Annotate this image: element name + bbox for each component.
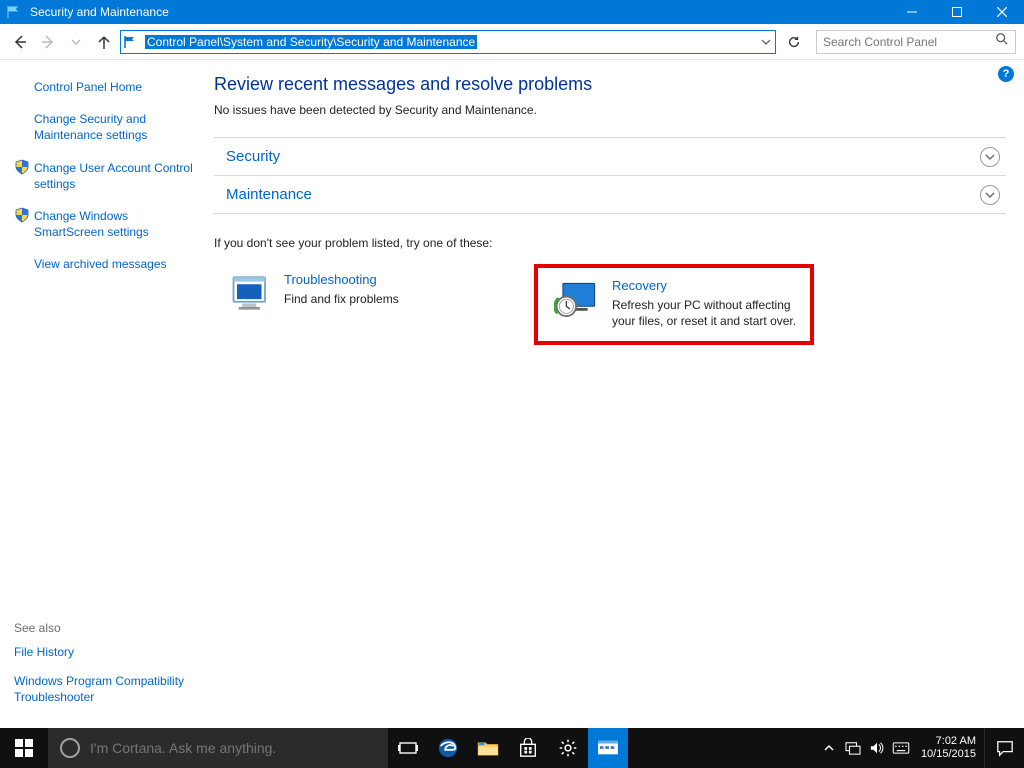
- taskbar-settings[interactable]: [548, 728, 588, 768]
- window-title: Security and Maintenance: [30, 5, 889, 19]
- tray-keyboard-icon[interactable]: [889, 728, 913, 768]
- sidebar: Control Panel Home Change Security and M…: [0, 60, 210, 728]
- taskbar-edge[interactable]: [428, 728, 468, 768]
- address-bar[interactable]: Control Panel\System and Security\Securi…: [120, 30, 776, 54]
- start-button[interactable]: [0, 728, 48, 768]
- search-icon: [995, 32, 1009, 51]
- recovery-icon: [554, 278, 600, 324]
- option-recovery[interactable]: Recovery Refresh your PC without affecti…: [534, 264, 814, 345]
- taskbar: 7:02 AM 10/15/2015: [0, 728, 1024, 768]
- section-security[interactable]: Security: [214, 138, 1006, 176]
- option-title[interactable]: Troubleshooting: [284, 272, 377, 287]
- task-view-button[interactable]: [388, 728, 428, 768]
- page-heading: Review recent messages and resolve probl…: [214, 74, 1006, 95]
- see-also-file-history[interactable]: File History: [14, 641, 200, 663]
- forward-button[interactable]: [36, 30, 60, 54]
- cortana-icon: [60, 738, 80, 758]
- up-button[interactable]: [92, 30, 116, 54]
- sidebar-item-change-uac[interactable]: Change User Account Control settings: [14, 157, 200, 195]
- window-title-bar: Security and Maintenance: [0, 0, 1024, 24]
- see-also-section: See also File History Windows Program Co…: [14, 621, 200, 718]
- sidebar-item-change-security-settings[interactable]: Change Security and Maintenance settings: [14, 108, 200, 146]
- option-troubleshooting[interactable]: Troubleshooting Find and fix problems: [214, 264, 504, 322]
- tray-clock[interactable]: 7:02 AM 10/15/2015: [913, 735, 984, 761]
- sidebar-item-change-smartscreen[interactable]: Change Windows SmartScreen settings: [14, 205, 200, 243]
- sidebar-item-archived-messages[interactable]: View archived messages: [14, 253, 200, 275]
- chevron-down-icon: [980, 147, 1000, 167]
- tray-network-icon[interactable]: [841, 728, 865, 768]
- sidebar-item-control-panel-home[interactable]: Control Panel Home: [14, 76, 200, 98]
- chevron-down-icon: [980, 185, 1000, 205]
- tray-date: 10/15/2015: [921, 748, 976, 761]
- accordion: Security Maintenance: [214, 137, 1006, 214]
- search-box[interactable]: [816, 30, 1016, 54]
- tray-volume-icon[interactable]: [865, 728, 889, 768]
- status-text: No issues have been detected by Security…: [214, 103, 1006, 117]
- section-label: Security: [226, 148, 280, 165]
- sidebar-link[interactable]: View archived messages: [34, 253, 167, 275]
- window-flag-icon: [4, 4, 24, 20]
- maximize-button[interactable]: [934, 0, 979, 24]
- refresh-button[interactable]: [782, 30, 806, 54]
- back-button[interactable]: [8, 30, 32, 54]
- see-also-heading: See also: [14, 621, 200, 635]
- option-title[interactable]: Recovery: [612, 278, 667, 293]
- troubleshooting-icon: [230, 272, 272, 314]
- search-input[interactable]: [823, 35, 995, 49]
- sidebar-link[interactable]: Control Panel Home: [34, 76, 142, 98]
- system-tray: 7:02 AM 10/15/2015: [817, 728, 1024, 768]
- section-label: Maintenance: [226, 186, 312, 203]
- section-maintenance[interactable]: Maintenance: [214, 176, 1006, 214]
- sidebar-link[interactable]: Change Windows SmartScreen settings: [34, 205, 200, 243]
- action-center-button[interactable]: [984, 728, 1024, 768]
- main-panel: Review recent messages and resolve probl…: [210, 60, 1024, 728]
- address-path: Control Panel\System and Security\Securi…: [145, 35, 477, 49]
- cortana-search[interactable]: [48, 728, 388, 768]
- help-button[interactable]: ?: [998, 66, 1014, 82]
- sidebar-link[interactable]: Change User Account Control settings: [34, 157, 200, 195]
- tray-time: 7:02 AM: [921, 735, 976, 748]
- sidebar-link[interactable]: Change Security and Maintenance settings: [34, 108, 200, 146]
- option-desc: Refresh your PC without affecting your f…: [612, 297, 800, 329]
- address-flag-icon: [124, 34, 142, 50]
- see-also-compat-troubleshooter[interactable]: Windows Program Compatibility Troublesho…: [14, 670, 200, 708]
- minimize-button[interactable]: [889, 0, 934, 24]
- nav-toolbar: Control Panel\System and Security\Securi…: [0, 24, 1024, 60]
- cortana-input[interactable]: [90, 740, 388, 756]
- hint-text: If you don't see your problem listed, tr…: [214, 236, 1006, 250]
- shield-icon: [14, 207, 30, 223]
- taskbar-store[interactable]: [508, 728, 548, 768]
- taskbar-explorer[interactable]: [468, 728, 508, 768]
- options-row: Troubleshooting Find and fix problems Re…: [214, 264, 1006, 345]
- address-dropdown[interactable]: [757, 31, 775, 53]
- content-area: ? Control Panel Home Change Security and…: [0, 60, 1024, 728]
- option-desc: Find and fix problems: [284, 291, 399, 307]
- close-button[interactable]: [979, 0, 1024, 24]
- recent-dropdown[interactable]: [64, 30, 88, 54]
- shield-icon: [14, 159, 30, 175]
- tray-show-hidden[interactable]: [817, 728, 841, 768]
- taskbar-control-panel[interactable]: [588, 728, 628, 768]
